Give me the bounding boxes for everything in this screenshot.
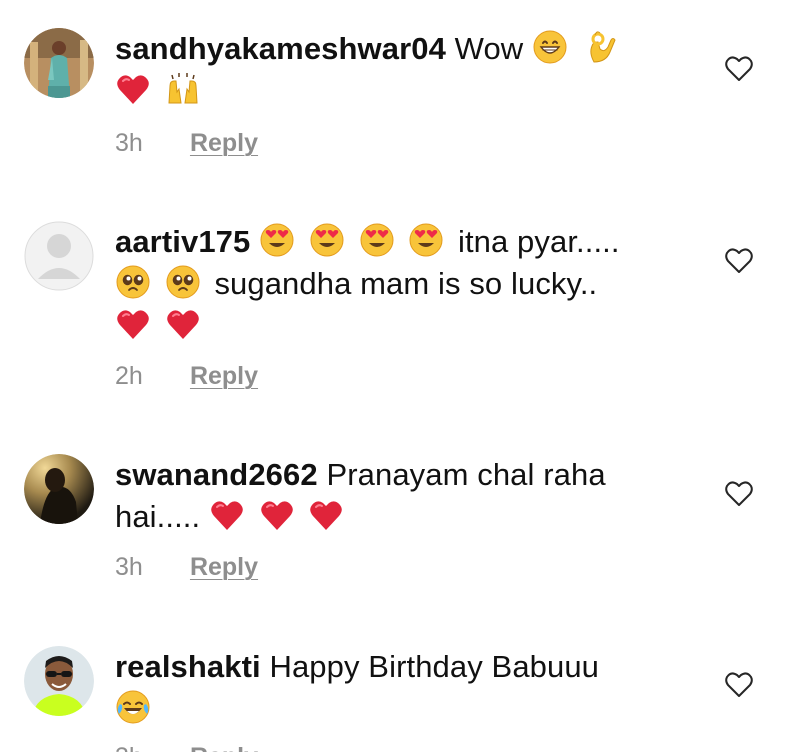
timestamp: 2h: [115, 362, 143, 390]
profile-photo-woman-saree-icon: [24, 28, 94, 98]
profile-photo-silhouette-icon: [24, 454, 94, 524]
comment-body: aartiv175 itna pyar..... sugandha mam is…: [115, 221, 700, 347]
red-heart-icon: [209, 497, 245, 533]
red-heart-icon: [308, 497, 344, 533]
reply-button[interactable]: Reply: [190, 742, 258, 752]
heart-eyes-face-icon: [259, 222, 295, 258]
avatar[interactable]: [24, 221, 94, 291]
heart-outline-icon: [725, 481, 753, 506]
emoji-group: [115, 73, 206, 108]
heart-eyes-face-icon: [309, 222, 345, 258]
comment-text: Pranayam chal raha: [326, 457, 606, 492]
red-heart-icon: [115, 71, 151, 107]
comment-text: itna pyar.....: [457, 224, 620, 259]
ok-hand-icon: [582, 29, 618, 65]
heart-eyes-face-icon: [408, 222, 444, 258]
red-heart-icon: [259, 497, 295, 533]
raised-hands-icon: [165, 71, 201, 107]
reply-button[interactable]: Reply: [190, 361, 258, 391]
tears-of-joy-face-icon: [115, 689, 151, 725]
comment-text: sugandha mam is so lucky..: [214, 266, 598, 301]
like-button[interactable]: [724, 54, 754, 84]
username[interactable]: realshakti: [115, 649, 261, 684]
pleading-face-icon: [165, 264, 201, 300]
comment-body: realshakti Happy Birthday Babuuu: [115, 646, 700, 730]
red-heart-icon: [115, 306, 151, 342]
avatar[interactable]: [24, 646, 94, 716]
timestamp: 3h: [115, 553, 143, 581]
heart-eyes-face-icon: [359, 222, 395, 258]
username[interactable]: swanand2662: [115, 457, 318, 492]
avatar[interactable]: [24, 454, 94, 524]
heart-outline-icon: [725, 672, 753, 697]
emoji-group: [209, 499, 349, 534]
comment-text: Happy Birthday Babuuu: [269, 649, 600, 684]
comment-body: sandhyakameshwar04 Wow: [115, 28, 700, 112]
profile-photo-man-sunglasses-icon: [24, 646, 94, 716]
grin-face-icon: [532, 29, 568, 65]
comment-text: hai.....: [115, 499, 201, 534]
reply-button[interactable]: Reply: [190, 552, 258, 582]
comments-screen: sandhyakameshwar04 Wow 3h Reply aartiv17…: [0, 0, 800, 752]
username[interactable]: sandhyakameshwar04: [115, 31, 446, 66]
emoji-group: [115, 689, 156, 726]
red-heart-icon: [165, 306, 201, 342]
emoji-group: [532, 29, 623, 66]
avatar[interactable]: [24, 28, 94, 98]
pleading-face-icon: [115, 264, 151, 300]
comment-meta: 3h Reply: [115, 742, 258, 752]
emoji-group: [259, 222, 458, 259]
username[interactable]: aartiv175: [115, 224, 250, 259]
like-button[interactable]: [724, 479, 754, 509]
like-button[interactable]: [724, 246, 754, 276]
emoji-group: [115, 264, 214, 301]
like-button[interactable]: [724, 670, 754, 700]
comment-body: swanand2662 Pranayam chal raha hai.....: [115, 454, 700, 538]
comment-meta: 2h Reply: [115, 361, 258, 391]
heart-outline-icon: [725, 248, 753, 273]
reply-button[interactable]: Reply: [190, 128, 258, 158]
timestamp: 3h: [115, 129, 143, 157]
timestamp: 3h: [115, 742, 173, 752]
heart-outline-icon: [725, 56, 753, 81]
comment-text: Wow: [454, 31, 524, 66]
default-profile-icon: [24, 221, 94, 291]
emoji-group: [115, 308, 206, 343]
comment-meta: 3h Reply: [115, 128, 258, 158]
comment-meta: 3h Reply: [115, 552, 258, 582]
